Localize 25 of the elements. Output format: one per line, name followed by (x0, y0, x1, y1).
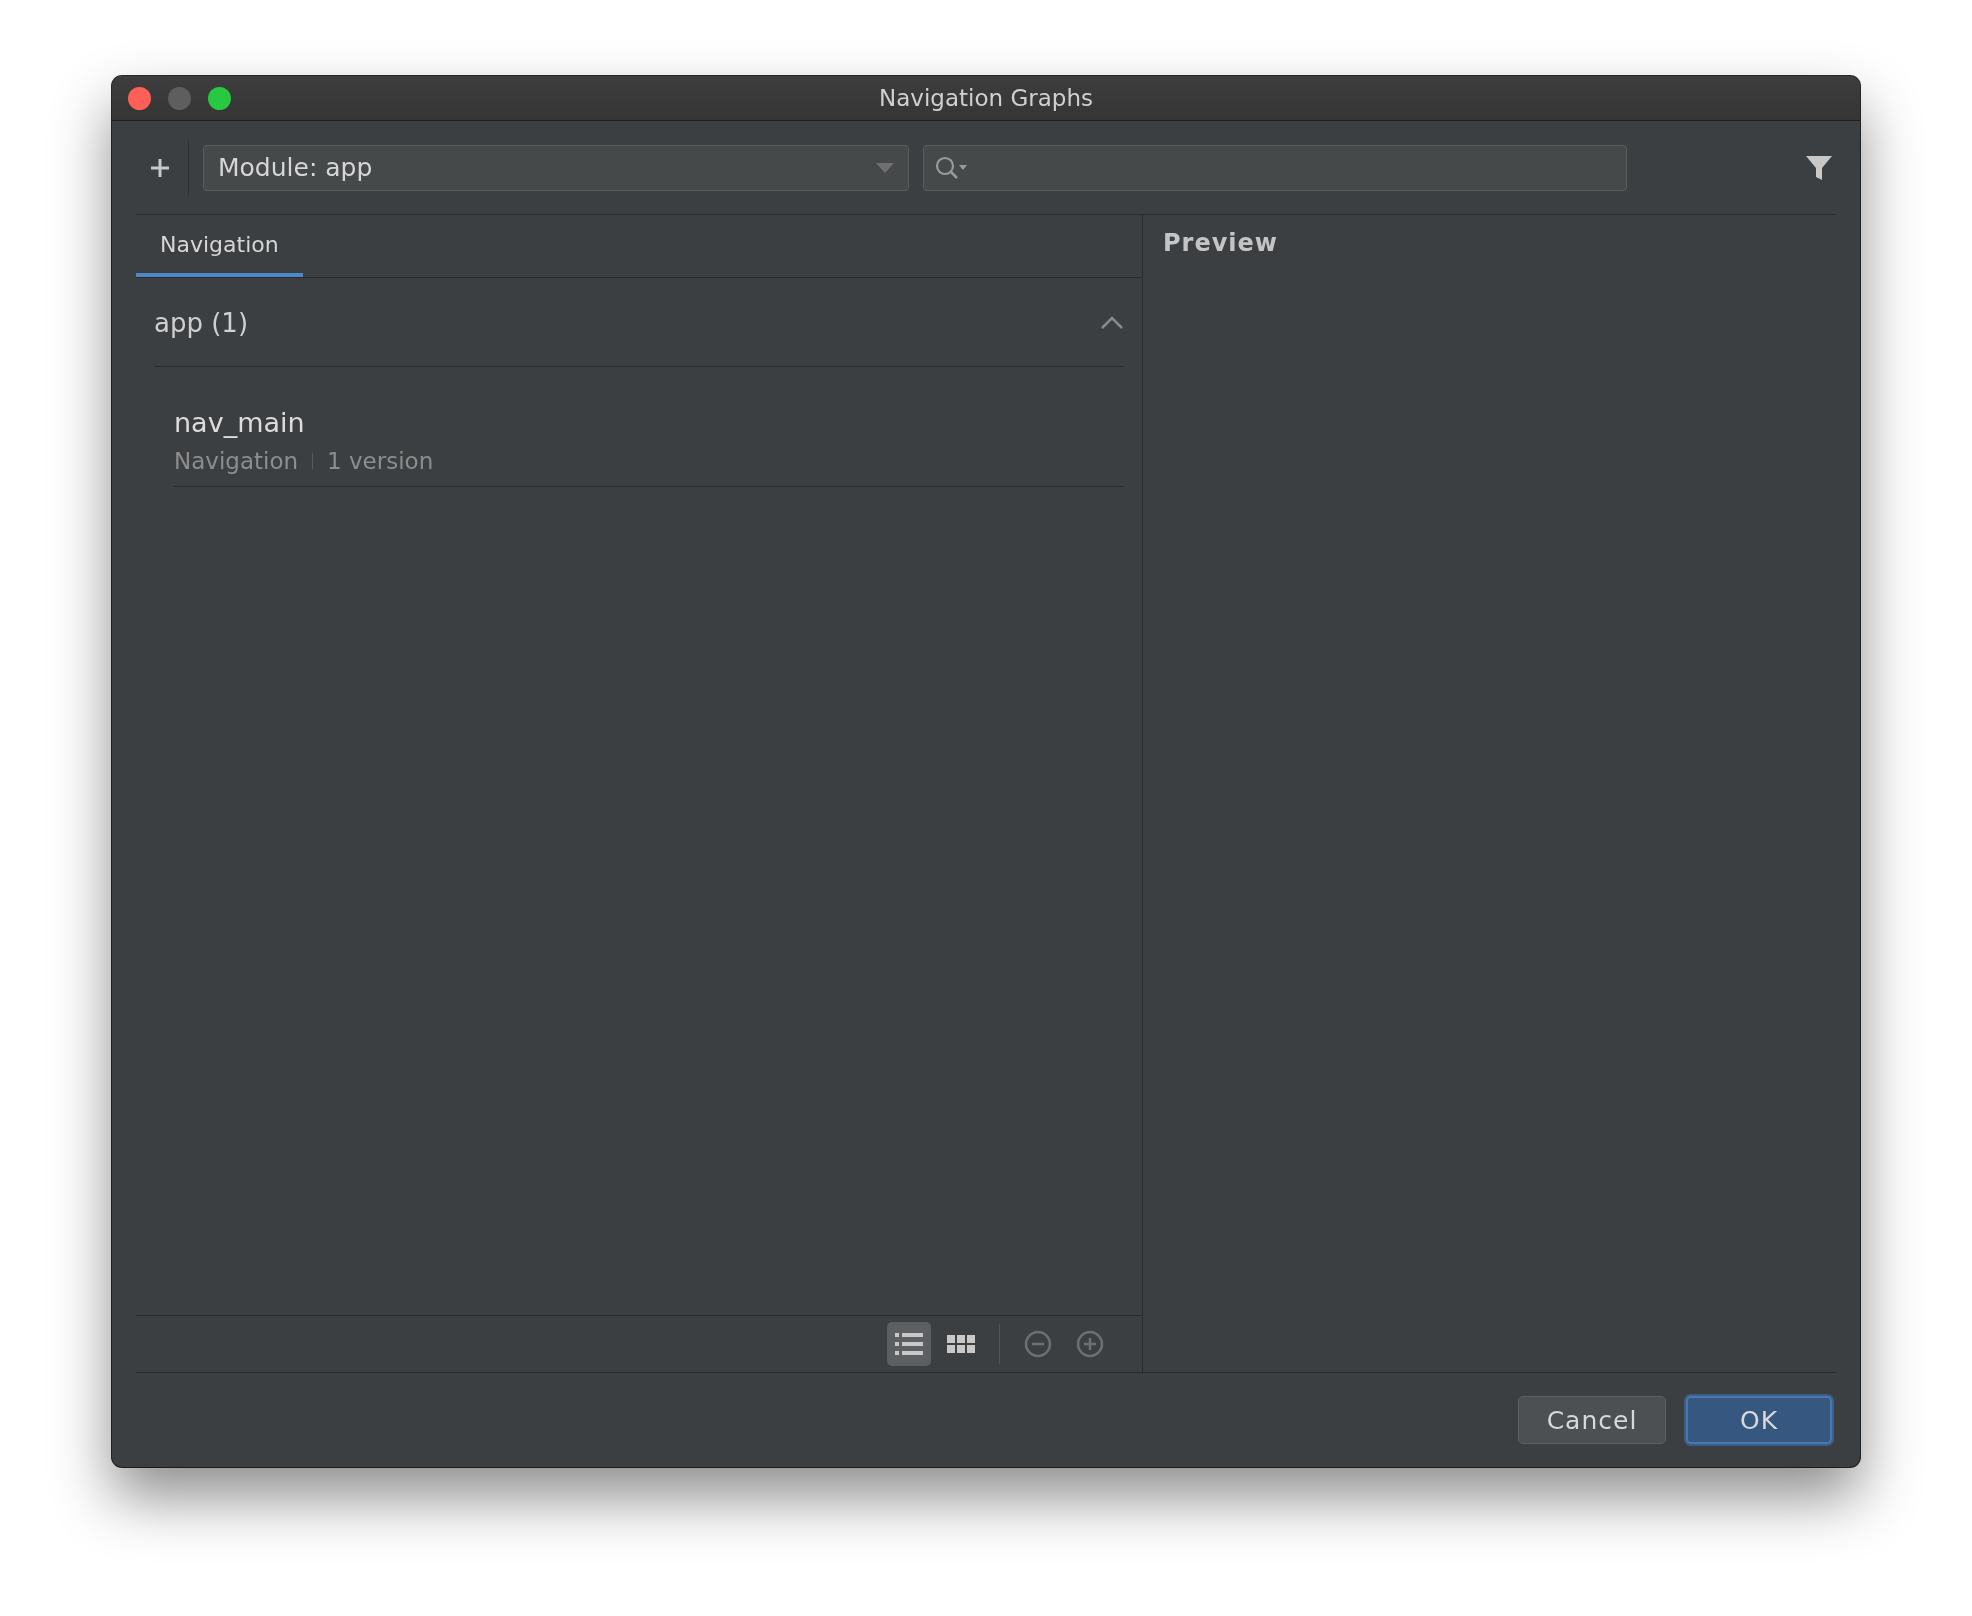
cancel-button[interactable]: Cancel (1518, 1396, 1666, 1444)
zoom-button[interactable] (208, 86, 231, 110)
search-field[interactable] (923, 144, 1627, 191)
resource-item[interactable]: nav_main Navigation 1 version (174, 387, 1124, 487)
window-title: Navigation Graphs (879, 85, 1093, 111)
plus-icon (150, 157, 170, 178)
version-count: 1 version (327, 448, 434, 474)
group-label: app (1) (154, 308, 249, 338)
navigation-tab[interactable]: Navigation (136, 215, 303, 277)
filter-button[interactable] (1806, 154, 1832, 181)
grid-icon (947, 1335, 975, 1353)
resource-type: Navigation (174, 448, 299, 474)
close-button[interactable] (128, 86, 151, 110)
resource-name: nav_main (174, 407, 306, 438)
caret-icon (876, 162, 894, 173)
minus-circle-icon (1024, 1330, 1052, 1358)
list-icon (895, 1333, 923, 1355)
filter-icon (1806, 154, 1832, 181)
search-icon (934, 154, 970, 181)
ok-button[interactable]: OK (1686, 1396, 1832, 1444)
preview-title: Preview (1163, 229, 1279, 257)
module-dropdown[interactable]: Module: app (203, 144, 909, 191)
group-header[interactable]: app (1) (154, 278, 1124, 367)
plus-circle-icon (1076, 1330, 1104, 1358)
list-view-button[interactable] (887, 1322, 931, 1366)
